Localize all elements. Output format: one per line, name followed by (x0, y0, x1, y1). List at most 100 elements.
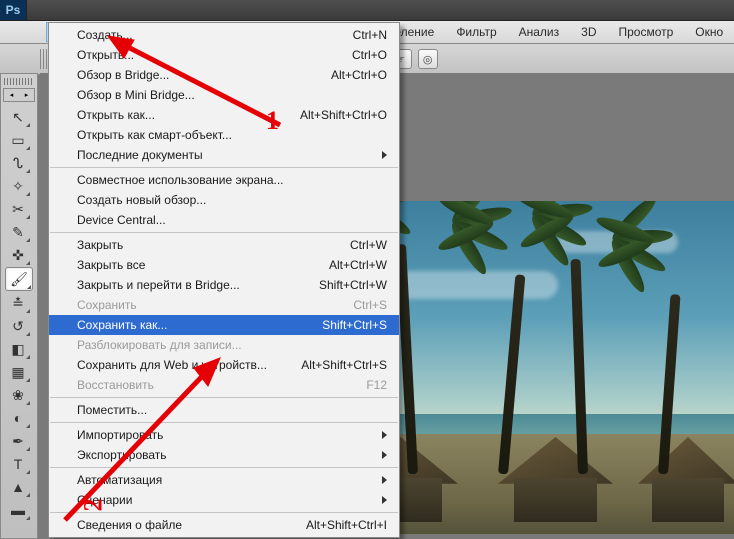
menuitem-shortcut: Alt+Shift+Ctrl+I (306, 518, 387, 532)
menuitem-shortcut: Alt+Ctrl+O (331, 68, 387, 82)
menuitem-обзор-в-mini-bridge-[interactable]: Обзор в Mini Bridge... (49, 85, 399, 105)
pressure-size-button[interactable]: ◎ (418, 49, 438, 69)
menuitem-label: Обзор в Mini Bridge... (77, 88, 195, 102)
path-select-tool[interactable]: ▲ (5, 476, 31, 498)
menuitem-поместить-[interactable]: Поместить... (49, 400, 399, 420)
menuitem-label: Последние документы (77, 148, 203, 162)
menuitem-label: Поместить... (77, 403, 147, 417)
file-dropdown-menu: Создать... Ctrl+N Открыть... Ctrl+O Обзор в … (48, 22, 400, 538)
gradient-tool[interactable]: ▦ (5, 361, 31, 383)
menuitem-shortcut: F12 (366, 378, 387, 392)
menuitem-label: Закрыть и перейти в Bridge... (77, 278, 240, 292)
menuitem-экспортировать[interactable]: Экспортировать (49, 445, 399, 465)
menuitem-сведения-о-файле[interactable]: Сведения о файле Alt+Shift+Ctrl+I (49, 515, 399, 535)
menu-просмотр[interactable]: Просмотр (607, 22, 684, 42)
submenu-arrow-icon (382, 151, 387, 159)
menuitem-label: Открыть... (77, 48, 134, 62)
submenu-arrow-icon (382, 476, 387, 484)
menuitem-label: Обзор в Bridge... (77, 68, 169, 82)
menuitem-label: Автоматизация (77, 473, 162, 487)
menu-анализ[interactable]: Анализ (508, 22, 571, 42)
menu-фильтр[interactable]: Фильтр (445, 22, 507, 42)
crop-tool[interactable]: ✂ (5, 198, 31, 220)
menuitem-автоматизация[interactable]: Автоматизация (49, 470, 399, 490)
menuitem-label: Device Central... (77, 213, 166, 227)
menuitem-обзор-в-bridge-[interactable]: Обзор в Bridge... Alt+Ctrl+O (49, 65, 399, 85)
magic-wand-tool[interactable]: ✧ (5, 175, 31, 197)
blur-tool[interactable]: ❀ (5, 384, 31, 406)
menuitem-label: Сохранить как... (77, 318, 167, 332)
menuitem-закрыть-все[interactable]: Закрыть все Alt+Ctrl+W (49, 255, 399, 275)
menuitem-закрыть[interactable]: Закрыть Ctrl+W (49, 235, 399, 255)
lasso-tool[interactable]: ᔐ (5, 152, 31, 174)
menu-separator (50, 467, 398, 468)
menu-окно[interactable]: Окно (684, 22, 734, 42)
menuitem-label: Сохранить для Web и устройств... (77, 358, 267, 372)
menuitem-создать-новый-обзор-[interactable]: Создать новый обзор... (49, 190, 399, 210)
menuitem-восстановить: Восстановить F12 (49, 375, 399, 395)
menuitem-shortcut: Alt+Shift+Ctrl+S (301, 358, 387, 372)
menuitem-сохранить-для-web-и-устройств-[interactable]: Сохранить для Web и устройств... Alt+Shif… (49, 355, 399, 375)
menuitem-label: Сценарии (77, 493, 132, 507)
menu-separator (50, 422, 398, 423)
menuitem-создать-[interactable]: Создать... Ctrl+N (49, 25, 399, 45)
menuitem-сценарии[interactable]: Сценарии (49, 490, 399, 510)
panel-grip-icon[interactable] (4, 78, 34, 85)
type-tool[interactable]: T (5, 453, 31, 475)
menuitem-label: Создать... (77, 28, 133, 42)
eyedropper-tool[interactable]: ✎ (5, 221, 31, 243)
pen-tool[interactable]: ✒ (5, 430, 31, 452)
submenu-arrow-icon (382, 451, 387, 459)
tools-panel: ◂▸ ↖▭ᔐ✧✂✎✜🖌≛↺◧▦❀◐✒T▲▬ (0, 73, 38, 539)
menuitem-последние-документы[interactable]: Последние документы (49, 145, 399, 165)
menuitem-открыть-как-[interactable]: Открыть как... Alt+Shift+Ctrl+O (49, 105, 399, 125)
menu-3d[interactable]: 3D (570, 22, 607, 42)
menuitem-label: Создать новый обзор... (77, 193, 206, 207)
menuitem-сохранить-как-[interactable]: Сохранить как... Shift+Ctrl+S (49, 315, 399, 335)
menuitem-device-central-[interactable]: Device Central... (49, 210, 399, 230)
menuitem-label: Закрыть все (77, 258, 145, 272)
menuitem-label: Экспортировать (77, 448, 167, 462)
brush-tool[interactable]: 🖌 (5, 267, 33, 291)
menuitem-совместное-использование-экрана-[interactable]: Совместное использование экрана... (49, 170, 399, 190)
menuitem-label: Совместное использование экрана... (77, 173, 284, 187)
menuitem-открыть-[interactable]: Открыть... Ctrl+O (49, 45, 399, 65)
menuitem-shortcut: Ctrl+S (353, 298, 387, 312)
menuitem-label: Открыть как смарт-объект... (77, 128, 232, 142)
menuitem-shortcut: Ctrl+W (350, 238, 387, 252)
menuitem-label: Разблокировать для записи... (77, 338, 242, 352)
history-brush-tool[interactable]: ↺ (5, 315, 31, 337)
marquee-tool[interactable]: ▭ (5, 129, 31, 151)
menuitem-label: Импортировать (77, 428, 163, 442)
grip-icon (40, 49, 48, 69)
shape-tool[interactable]: ▬ (5, 499, 31, 521)
menuitem-открыть-как-смарт-объект-[interactable]: Открыть как смарт-объект... (49, 125, 399, 145)
menuitem-shortcut: Ctrl+N (353, 28, 387, 42)
app-logo: Ps (0, 0, 27, 20)
stamp-tool[interactable]: ≛ (5, 292, 31, 314)
menuitem-label: Сохранить (77, 298, 137, 312)
menuitem-label: Восстановить (77, 378, 154, 392)
menuitem-разблокировать-для-записи-: Разблокировать для записи... (49, 335, 399, 355)
menuitem-shortcut: Alt+Ctrl+W (329, 258, 387, 272)
healing-brush-tool[interactable]: ✜ (5, 244, 31, 266)
panel-column-toggle[interactable]: ◂▸ (3, 88, 35, 102)
menuitem-label: Сведения о файле (77, 518, 182, 532)
move-tool[interactable]: ↖ (5, 106, 31, 128)
menuitem-сохранить: Сохранить Ctrl+S (49, 295, 399, 315)
menuitem-закрыть-и-перейти-в-bridge-[interactable]: Закрыть и перейти в Bridge... Shift+Ctrl+… (49, 275, 399, 295)
app-title-bar: Ps (0, 0, 734, 21)
menuitem-shortcut: Ctrl+O (352, 48, 387, 62)
menu-separator (50, 167, 398, 168)
menuitem-импортировать[interactable]: Импортировать (49, 425, 399, 445)
submenu-arrow-icon (382, 496, 387, 504)
menuitem-label: Закрыть (77, 238, 123, 252)
submenu-arrow-icon (382, 431, 387, 439)
eraser-tool[interactable]: ◧ (5, 338, 31, 360)
menuitem-shortcut: Shift+Ctrl+W (319, 278, 387, 292)
menu-separator (50, 232, 398, 233)
menuitem-shortcut: Alt+Shift+Ctrl+O (300, 108, 387, 122)
menuitem-shortcut: Shift+Ctrl+S (322, 318, 387, 332)
menuitem-label: Открыть как... (77, 108, 155, 122)
dodge-tool[interactable]: ◐ (5, 407, 31, 429)
